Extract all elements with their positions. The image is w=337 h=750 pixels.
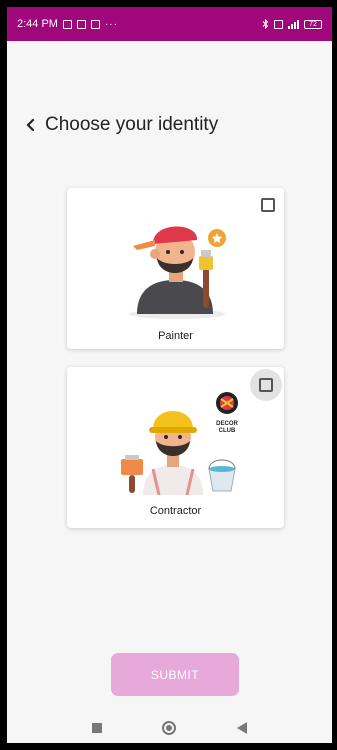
badge-line-1: DECOR (216, 421, 238, 427)
back-button[interactable] (21, 113, 41, 137)
sim-icon (274, 19, 283, 29)
submit-button[interactable]: SUBMIT (111, 653, 239, 696)
gallery-icon (62, 19, 72, 29)
signal-icon (288, 19, 299, 29)
home-circle-icon[interactable] (162, 720, 177, 735)
bluetooth-icon (262, 19, 269, 29)
contractor-checkbox[interactable] (259, 378, 273, 392)
card-label-contractor: Contractor (149, 505, 202, 517)
chevron-left-icon (26, 118, 35, 132)
system-nav-bar (7, 712, 332, 743)
status-time: 2:44 PM (17, 18, 58, 30)
page-header: Choose your identity (21, 113, 218, 137)
card-label-painter: Painter (158, 330, 193, 342)
contractor-illustration: DECOR CLUB (121, 392, 238, 495)
status-right: 72 (262, 19, 322, 29)
status-bar: 2:44 PM ··· 72 (7, 7, 332, 41)
more-dots-icon: ··· (104, 18, 118, 30)
recents-square-icon[interactable] (92, 722, 103, 733)
identity-card-contractor[interactable]: DECOR CLUB Contractor (67, 367, 284, 528)
status-left: 2:44 PM ··· (17, 18, 118, 30)
notification-icon (90, 19, 100, 29)
painter-checkbox[interactable] (261, 198, 275, 212)
battery-icon: 72 (304, 19, 322, 29)
contractor-checkbox-ripple[interactable] (250, 369, 282, 401)
badge-line-2: CLUB (219, 428, 236, 434)
back-triangle-icon[interactable] (236, 721, 247, 734)
identity-card-painter[interactable]: Painter (67, 188, 284, 349)
trash-icon (76, 19, 86, 29)
painter-illustration (129, 226, 226, 319)
page-title: Choose your identity (45, 114, 219, 135)
app-screen: 2:44 PM ··· 72 Choose your identity Pain… (7, 7, 332, 743)
